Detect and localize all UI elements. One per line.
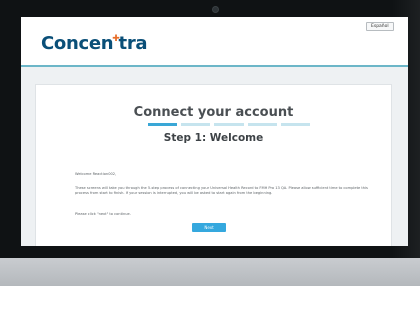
camera-icon bbox=[212, 6, 219, 13]
logo-text-end: tra bbox=[118, 33, 148, 54]
step-segment-3 bbox=[214, 123, 244, 126]
intro-text: These screens will take you through the … bbox=[75, 186, 368, 196]
background bbox=[0, 286, 420, 311]
site-header: Concen✚tra Español bbox=[21, 17, 408, 65]
content-card: Connect your account Step 1: Welcome Wel… bbox=[35, 84, 392, 246]
welcome-text: Welcome Reaction002, bbox=[75, 172, 117, 176]
step-progress-bar bbox=[148, 123, 311, 126]
step-segment-5 bbox=[280, 123, 311, 126]
page-title: Connect your account bbox=[133, 105, 294, 120]
logo-text-start: Concen bbox=[41, 33, 114, 54]
cross-icon: ✚ bbox=[112, 34, 120, 44]
instruction-text: Please click "next" to continue. bbox=[75, 212, 131, 216]
step-segment-4 bbox=[247, 123, 277, 126]
screen: Concen✚tra Español Connect your account … bbox=[21, 17, 408, 246]
step-segment-2 bbox=[181, 123, 211, 126]
concentra-logo[interactable]: Concen✚tra bbox=[41, 33, 148, 54]
step-segment-1 bbox=[148, 123, 178, 126]
header-divider bbox=[21, 65, 408, 67]
monitor-chin bbox=[0, 258, 420, 286]
step-title: Step 1: Welcome bbox=[163, 132, 264, 144]
monitor-bezel: Concen✚tra Español Connect your account … bbox=[0, 0, 420, 258]
next-button[interactable]: Next bbox=[192, 223, 226, 232]
language-toggle-button[interactable]: Español bbox=[366, 22, 394, 31]
